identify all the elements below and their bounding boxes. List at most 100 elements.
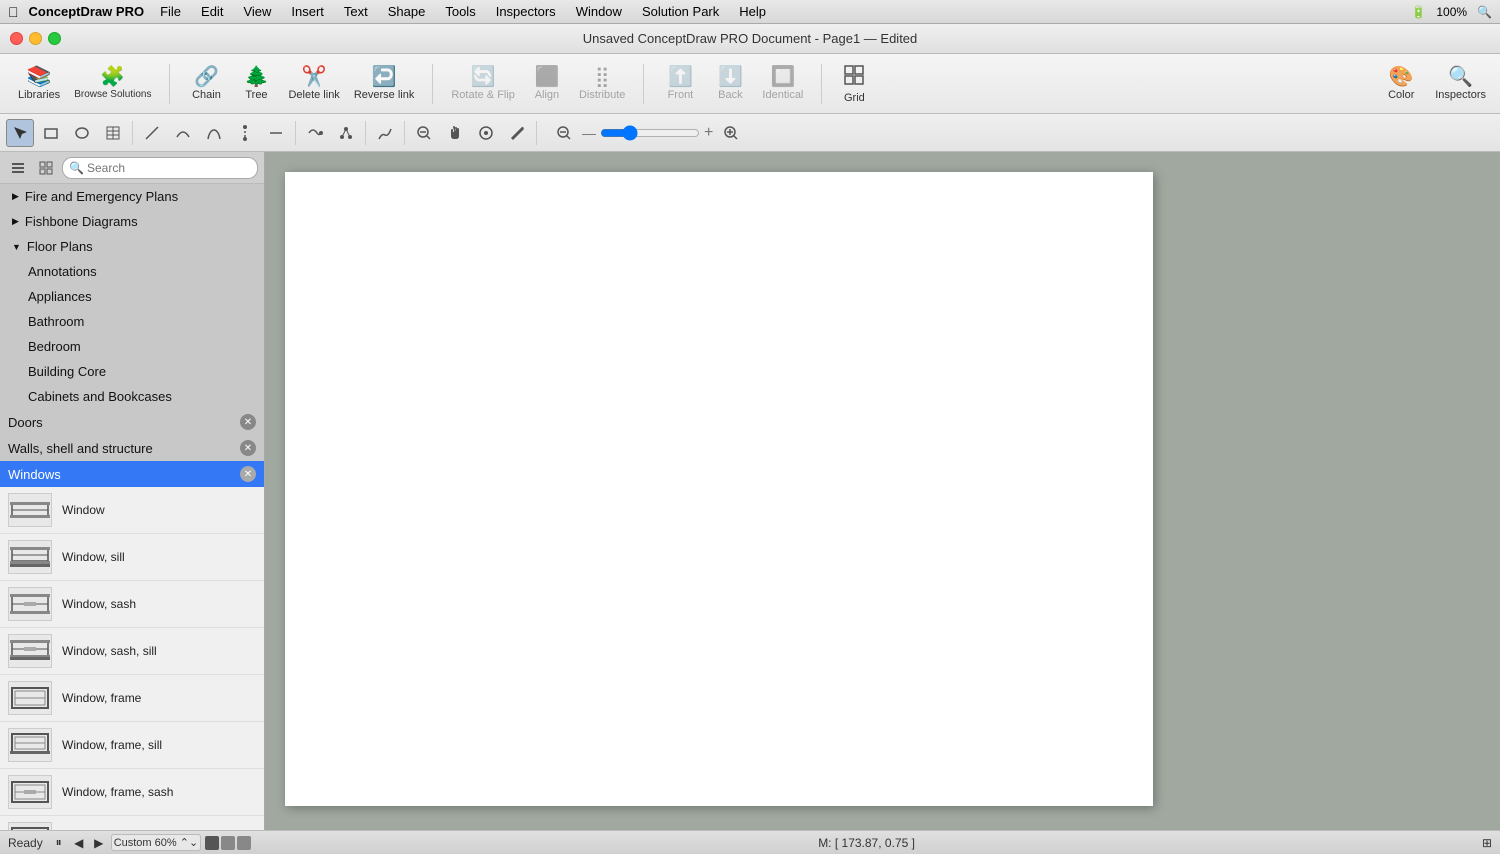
minimize-button[interactable] (29, 32, 42, 45)
apple-menu[interactable]:  (8, 4, 19, 20)
menu-window[interactable]: Window (568, 2, 630, 21)
sidebar: 🔍 ▶ Fire and Emergency Plans ▶ Fishbone … (0, 152, 265, 830)
tree-button[interactable]: 🌲 Tree (232, 63, 280, 105)
page-tool[interactable] (472, 119, 500, 147)
zoom-out-button[interactable] (550, 119, 578, 147)
next-page-button[interactable]: ▶ (91, 835, 107, 851)
list-view-button[interactable] (6, 156, 30, 180)
zoom-slider[interactable] (600, 125, 700, 141)
freehand-tool[interactable] (371, 119, 399, 147)
sidebar-item-floor-plans[interactable]: ▼ Floor Plans (0, 234, 264, 259)
back-button[interactable]: ⬇️ Back (706, 63, 754, 105)
sidebar-item-cabinets[interactable]: Cabinets and Bookcases (0, 384, 264, 409)
close-doors-button[interactable]: ✕ (240, 414, 256, 430)
pause-button[interactable]: ⏸ (51, 835, 67, 851)
close-button[interactable] (10, 32, 23, 45)
menu-edit[interactable]: Edit (193, 2, 231, 21)
identical-icon: 🔲 (770, 67, 795, 87)
node-tool[interactable] (332, 119, 360, 147)
select-tool[interactable] (6, 119, 34, 147)
bezier-tool[interactable] (200, 119, 228, 147)
rectangle-tool[interactable] (37, 119, 65, 147)
line-tool[interactable] (138, 119, 166, 147)
inspectors-button[interactable]: 🔍 Inspectors (1429, 63, 1492, 105)
sidebar-item-fire[interactable]: ▶ Fire and Emergency Plans (0, 184, 264, 209)
section-walls[interactable]: Walls, shell and structure ✕ (0, 435, 264, 461)
list-item[interactable]: Window, frame, sill (0, 722, 264, 769)
canvas-page[interactable] (285, 172, 1153, 806)
front-button[interactable]: ⬆️ Front (656, 63, 704, 105)
browse-solutions-icon: 🧩 (100, 67, 125, 87)
pen-tool[interactable] (503, 119, 531, 147)
traffic-lights[interactable] (10, 32, 61, 45)
menu-inspectors[interactable]: Inspectors (488, 2, 564, 21)
menu-shape[interactable]: Shape (380, 2, 434, 21)
chain-icon: 🔗 (194, 67, 219, 87)
zoom-out-area-tool[interactable] (410, 119, 438, 147)
status-bar-right: ⊞ (1482, 836, 1492, 850)
menu-insert[interactable]: Insert (283, 2, 332, 21)
battery-icon: 🔋 (1411, 5, 1426, 19)
list-item[interactable]: Window, sash (0, 581, 264, 628)
connector-v-tool[interactable] (231, 119, 259, 147)
distribute-button[interactable]: ⣿ Distribute (573, 63, 631, 105)
sidebar-item-appliances[interactable]: Appliances (0, 284, 264, 309)
section-doors[interactable]: Doors ✕ (0, 409, 264, 435)
section-windows[interactable]: Windows ✕ (0, 461, 264, 487)
sidebar-item-annotations[interactable]: Annotations (0, 259, 264, 284)
menu-file[interactable]: File (152, 2, 189, 21)
close-windows-button[interactable]: ✕ (240, 466, 256, 482)
canvas-area[interactable] (265, 152, 1500, 830)
document-title: Unsaved ConceptDraw PRO Document - Page1… (583, 31, 918, 46)
connector-h-tool[interactable] (262, 119, 290, 147)
tree-icon: 🌲 (244, 67, 269, 87)
browse-solutions-button[interactable]: 🧩 Browse Solutions (68, 63, 157, 104)
menu-solution-park[interactable]: Solution Park (634, 2, 727, 21)
list-item[interactable]: Window, frame (0, 675, 264, 722)
identical-button[interactable]: 🔲 Identical (756, 63, 809, 105)
menu-help[interactable]: Help (731, 2, 774, 21)
search-menubar-icon[interactable]: 🔍 (1477, 5, 1492, 19)
sidebar-item-building-core[interactable]: Building Core (0, 359, 264, 384)
tool-sep-2 (295, 121, 296, 145)
align-button[interactable]: ⬛ Align (523, 63, 571, 105)
sidebar-item-bedroom[interactable]: Bedroom (0, 334, 264, 359)
zoom-plus: + (704, 124, 713, 142)
maximize-button[interactable] (48, 32, 61, 45)
zoom-level-display[interactable]: Custom 60% ⌃⌄ (111, 834, 201, 851)
close-walls-button[interactable]: ✕ (240, 440, 256, 456)
sidebar-item-bathroom[interactable]: Bathroom (0, 309, 264, 334)
grid-view-button[interactable] (34, 156, 58, 180)
page-indicator (205, 836, 251, 850)
list-item[interactable]: Window, frame, sash, sill (0, 816, 264, 830)
grid-button[interactable]: Grid (830, 60, 878, 108)
arc-tool[interactable] (301, 119, 329, 147)
menu-view[interactable]: View (235, 2, 279, 21)
page-dot-1[interactable] (205, 836, 219, 850)
menu-text[interactable]: Text (336, 2, 376, 21)
list-item[interactable]: Window, sill (0, 534, 264, 581)
search-input[interactable] (62, 157, 258, 179)
prev-page-button[interactable]: ◀ (71, 835, 87, 851)
curve-tool[interactable] (169, 119, 197, 147)
page-dot-3[interactable] (237, 836, 251, 850)
color-button[interactable]: 🎨 Color (1377, 63, 1425, 105)
libraries-button[interactable]: 📚 Libraries (12, 63, 66, 105)
list-item[interactable]: Window (0, 487, 264, 534)
table-tool[interactable] (99, 119, 127, 147)
menu-tools[interactable]: Tools (437, 2, 483, 21)
ellipse-tool[interactable] (68, 119, 96, 147)
sidebar-item-fishbone[interactable]: ▶ Fishbone Diagrams (0, 209, 264, 234)
tool-sep-1 (132, 121, 133, 145)
chain-button[interactable]: 🔗 Chain (182, 63, 230, 105)
delete-link-button[interactable]: ✂️ Delete link (282, 63, 345, 105)
window-frame-sash-icon-thumb (8, 775, 52, 809)
reverse-link-button[interactable]: ↩️ Reverse link (348, 63, 421, 105)
hand-tool[interactable] (441, 119, 469, 147)
libraries-icon: 📚 (27, 67, 52, 87)
list-item[interactable]: Window, sash, sill (0, 628, 264, 675)
list-item[interactable]: Window, frame, sash (0, 769, 264, 816)
zoom-in-button[interactable] (717, 119, 745, 147)
page-dot-2[interactable] (221, 836, 235, 850)
rotate-flip-button[interactable]: 🔄 Rotate & Flip (445, 63, 521, 105)
